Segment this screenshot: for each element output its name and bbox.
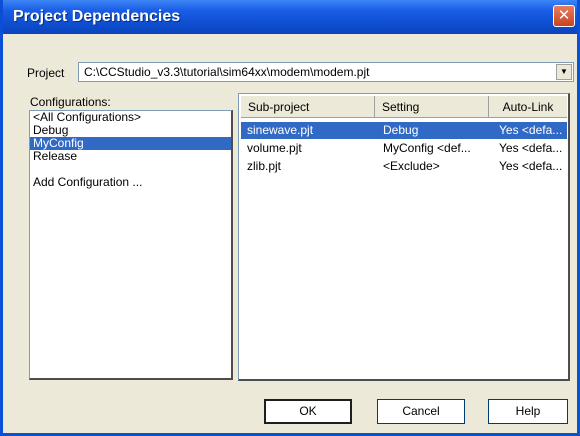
add-configuration-item[interactable]: Add Configuration ... (30, 176, 231, 189)
grid-header: Sub-project Setting Auto-Link (241, 96, 567, 120)
chevron-down-icon: ▼ (560, 67, 568, 76)
close-icon: ✕ (557, 6, 571, 24)
help-button[interactable]: Help (488, 399, 568, 424)
dropdown-arrow-button[interactable]: ▼ (556, 64, 572, 80)
cell-auto-link[interactable]: Yes <defa... (499, 158, 565, 175)
cancel-button[interactable]: Cancel (377, 399, 465, 424)
cell-setting[interactable]: Debug (383, 122, 489, 139)
table-row[interactable]: sinewave.pjt Debug Yes <defa... (241, 122, 567, 139)
dialog-title: Project Dependencies (13, 8, 181, 25)
cell-sub-project: zlib.pjt (247, 159, 282, 173)
configurations-list[interactable]: <All Configurations> Debug MyConfig Rele… (29, 110, 233, 380)
cell-setting[interactable]: MyConfig <def... (383, 140, 489, 157)
project-path-value: C:\CCStudio_v3.3\tutorial\sim64xx\modem\… (84, 65, 370, 79)
config-item-release[interactable]: Release (30, 150, 231, 163)
cell-sub-project: volume.pjt (247, 141, 302, 155)
cell-setting[interactable]: <Exclude> (383, 158, 489, 175)
title-bar[interactable]: Project Dependencies ✕ (3, 0, 577, 34)
cell-auto-link[interactable]: Yes <defa... (499, 140, 565, 157)
configurations-label: Configurations: (30, 95, 111, 109)
column-header-auto-link[interactable]: Auto-Link (489, 96, 567, 118)
sub-project-grid[interactable]: Sub-project Setting Auto-Link sinewave.p… (238, 93, 570, 381)
table-row[interactable]: zlib.pjt <Exclude> Yes <defa... (241, 158, 567, 175)
table-row[interactable]: volume.pjt MyConfig <def... Yes <defa... (241, 140, 567, 157)
cell-auto-link[interactable]: Yes <defa... (499, 122, 565, 139)
ok-button[interactable]: OK (264, 399, 352, 424)
project-dropdown[interactable]: C:\CCStudio_v3.3\tutorial\sim64xx\modem\… (78, 62, 574, 82)
project-dependencies-dialog: Project Dependencies ✕ Project C:\CCStud… (0, 0, 580, 436)
cell-sub-project: sinewave.pjt (247, 123, 314, 137)
project-label: Project (27, 66, 65, 80)
column-header-setting[interactable]: Setting (375, 96, 489, 118)
column-header-sub-project[interactable]: Sub-project (241, 96, 375, 118)
close-button[interactable]: ✕ (553, 5, 575, 27)
